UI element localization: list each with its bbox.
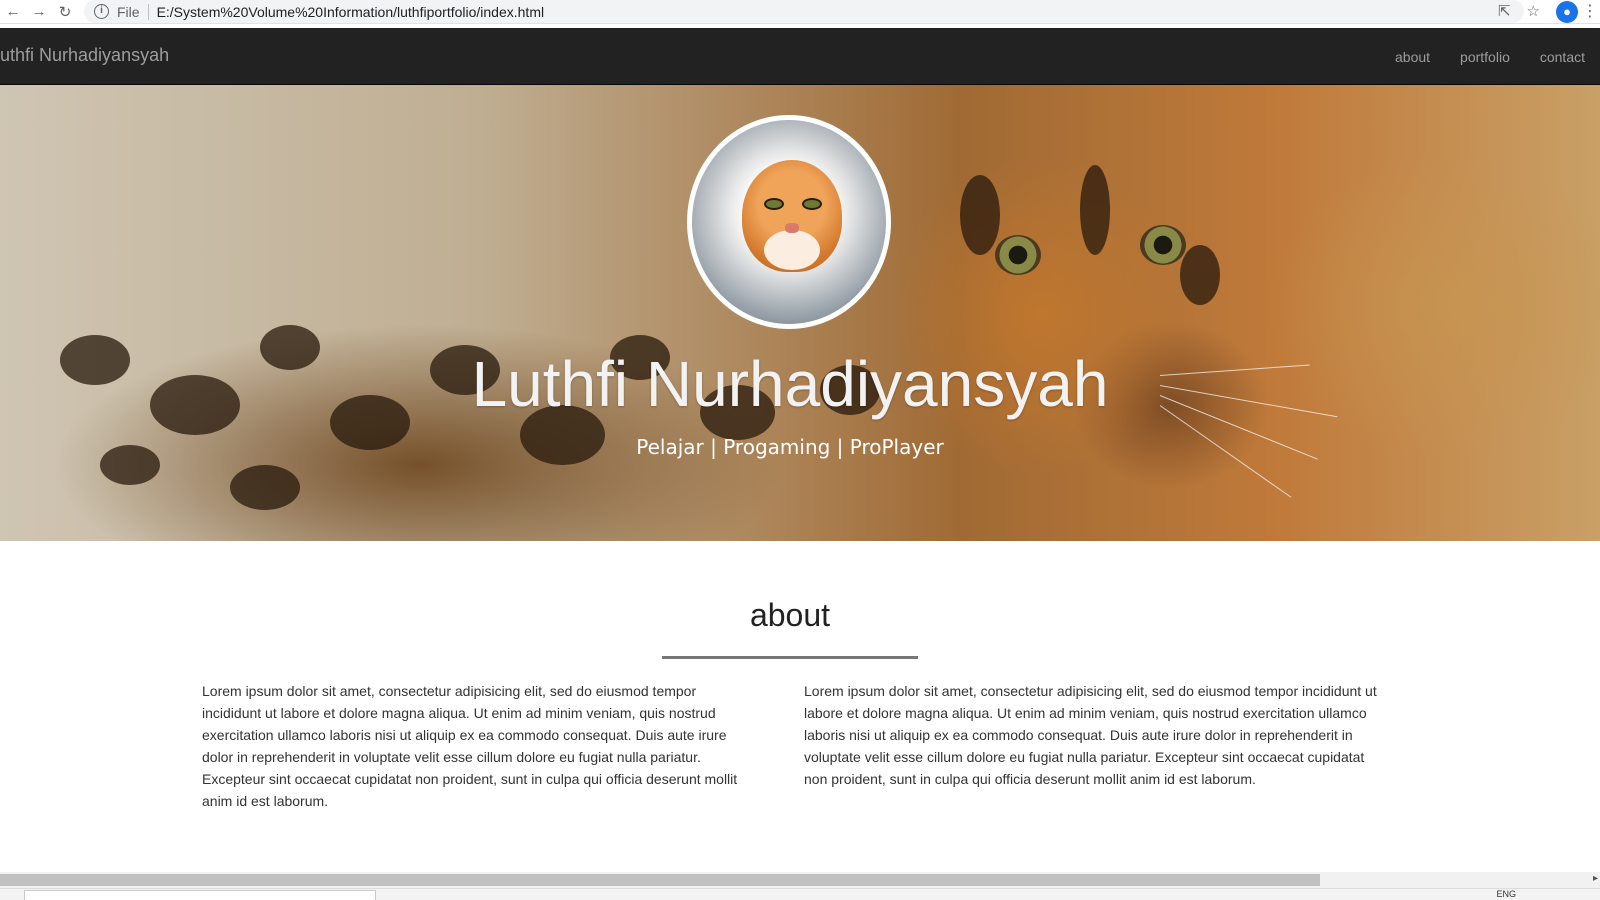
reload-icon[interactable]: ↻ [52, 1, 78, 23]
horizontal-scrollbar[interactable]: ▸ [0, 872, 1600, 888]
nav-link-contact[interactable]: contact [1525, 49, 1600, 65]
browser-toolbar: ← → ↻ i File E:/System%20Volume%20Inform… [0, 0, 1600, 24]
bookmark-star-icon[interactable]: ☆ [1527, 2, 1540, 20]
hero-title: Luthfi Nurhadiyansyah [471, 348, 1109, 420]
hero-jumbotron: Luthfi Nurhadiyansyah Pelajar | Progamin… [0, 85, 1600, 541]
url-text[interactable]: E:/System%20Volume%20Information/luthfip… [157, 4, 545, 20]
nav-links: about portfolio contact [1380, 28, 1600, 85]
back-icon[interactable]: ← [0, 1, 26, 23]
about-text-left: Lorem ipsum dolor sit amet, consectetur … [202, 683, 738, 806]
site-navbar: uthfi Nurhadiyansyah about portfolio con… [0, 28, 1600, 85]
taskbar-language-indicator[interactable]: ENG [1496, 889, 1516, 899]
address-bar[interactable]: i File E:/System%20Volume%20Information/… [84, 0, 1524, 23]
profile-avatar-icon[interactable]: ● [1556, 1, 1578, 23]
profile-avatar [687, 115, 891, 329]
forward-icon[interactable]: → [26, 1, 52, 23]
taskbar-search-input[interactable] [24, 890, 376, 900]
scrollbar-thumb[interactable] [0, 874, 1320, 886]
about-heading: about [749, 597, 831, 633]
address-divider [147, 3, 149, 20]
about-divider [662, 656, 918, 659]
os-taskbar: ENG [0, 888, 1600, 900]
share-icon[interactable]: ⇱ [1498, 2, 1511, 20]
about-text-right: Lorem ipsum dolor sit amet, consectetur … [804, 683, 1377, 787]
file-label: File [117, 3, 140, 20]
site-info-icon[interactable]: i [94, 4, 109, 19]
browser-menu-icon[interactable]: ⋮ [1582, 1, 1598, 21]
hero-subtitle: Pelajar | Progaming | ProPlayer [636, 435, 944, 459]
nav-link-about[interactable]: about [1380, 49, 1445, 65]
scroll-right-icon[interactable]: ▸ [1593, 873, 1598, 884]
nav-link-portfolio[interactable]: portfolio [1445, 49, 1525, 65]
navbar-brand[interactable]: uthfi Nurhadiyansyah [0, 45, 169, 66]
